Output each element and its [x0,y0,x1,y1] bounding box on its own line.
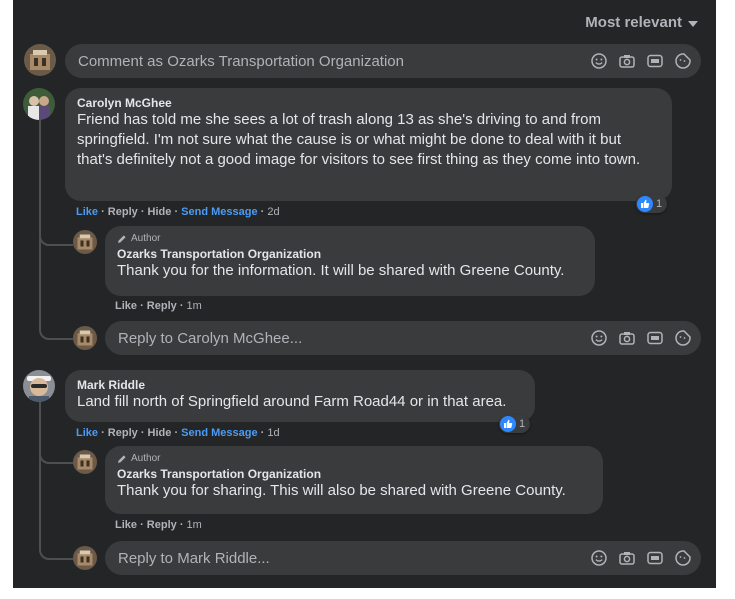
timestamp[interactable]: 2d [267,206,279,218]
reply-actions: Like · Reply · 1m [115,300,202,312]
pencil-icon [118,455,126,463]
send-message-link[interactable]: Send Message [181,427,257,439]
pencil-icon [118,235,126,243]
hide-link[interactable]: Hide [148,206,172,218]
reply-tools [591,550,691,566]
comment-actions: Like · Reply · Hide · Send Message · 2d [76,206,280,218]
reply-bubble: Author Ozarks Transportation Organizatio… [105,446,603,514]
reply-connector [39,232,73,246]
comment-text: Land fill north of Springfield around Fa… [77,393,507,410]
comments-panel: Most relevant Comment as Ozarks Transpor… [13,0,716,588]
comment-author[interactable]: Mark Riddle [77,378,523,392]
reply-text: Thank you for sharing. This will also be… [117,482,566,499]
author-badge: Author [117,453,591,465]
reaction-number: 1 [656,198,663,210]
composer-tools [591,53,691,69]
sticker-icon[interactable] [675,330,691,346]
camera-icon[interactable] [619,330,635,346]
thread-line [39,120,41,330]
emoji-icon[interactable] [591,53,607,69]
camera-icon[interactable] [619,53,635,69]
reaction-count[interactable]: 1 [499,415,531,433]
reply-link[interactable]: Reply [108,427,138,439]
sort-label: Most relevant [585,14,682,31]
timestamp[interactable]: 1m [187,300,202,312]
thread-line [39,402,41,542]
comment-text: Friend has told me she sees a lot of tra… [77,111,641,168]
author-badge: Author [117,233,583,245]
reply-author[interactable]: Ozarks Transportation Organization [117,467,591,481]
sort-dropdown[interactable]: Most relevant [585,14,698,31]
send-message-link[interactable]: Send Message [181,206,257,218]
hide-link[interactable]: Hide [148,427,172,439]
camera-icon[interactable] [619,550,635,566]
reaction-number: 1 [519,418,526,430]
author-badge-label: Author [131,233,161,244]
timestamp[interactable]: 1d [267,427,279,439]
comment-bubble: Mark Riddle Land fill north of Springfie… [65,370,535,422]
reply-tools [591,330,691,346]
reply-input-placeholder: Reply to Mark Riddle... [118,549,270,567]
page-avatar[interactable] [24,44,56,76]
like-link[interactable]: Like [115,519,137,531]
page-avatar[interactable] [73,230,97,254]
like-link[interactable]: Like [76,427,98,439]
author-badge-label: Author [131,453,161,464]
reply-connector [39,450,73,464]
reply-input-placeholder: Reply to Carolyn McGhee... [118,329,303,347]
gif-icon[interactable] [647,53,663,69]
sticker-icon[interactable] [675,550,691,566]
gif-icon[interactable] [647,330,663,346]
reply-input[interactable]: Reply to Carolyn McGhee... [105,321,701,355]
sticker-icon[interactable] [675,53,691,69]
reply-link[interactable]: Reply [147,519,177,531]
caret-down-icon [688,20,698,27]
comment-input[interactable]: Comment as Ozarks Transportation Organiz… [65,44,701,78]
commenter-avatar[interactable] [23,370,55,402]
commenter-avatar[interactable] [23,88,55,120]
page-avatar[interactable] [73,546,97,570]
comment-input-placeholder: Comment as Ozarks Transportation Organiz… [78,52,404,70]
thumbs-up-icon [637,196,653,212]
emoji-icon[interactable] [591,330,607,346]
emoji-icon[interactable] [591,550,607,566]
reply-actions: Like · Reply · 1m [115,519,202,531]
page-avatar[interactable] [73,450,97,474]
comment-actions: Like · Reply · Hide · Send Message · 1d [76,427,280,439]
timestamp[interactable]: 1m [187,519,202,531]
comment-bubble: Carolyn McGhee Friend has told me she se… [65,88,672,201]
like-link[interactable]: Like [115,300,137,312]
gif-icon[interactable] [647,550,663,566]
reply-link[interactable]: Reply [147,300,177,312]
page-avatar[interactable] [73,326,97,350]
reply-connector [39,320,73,340]
reply-author[interactable]: Ozarks Transportation Organization [117,247,583,261]
reaction-count[interactable]: 1 [636,195,668,213]
thumbs-up-icon [500,416,516,432]
reply-input[interactable]: Reply to Mark Riddle... [105,541,701,575]
reply-link[interactable]: Reply [108,206,138,218]
reply-connector [39,540,73,560]
like-link[interactable]: Like [76,206,98,218]
reply-text: Thank you for the information. It will b… [117,262,565,279]
reply-bubble: Author Ozarks Transportation Organizatio… [105,226,595,296]
comment-author[interactable]: Carolyn McGhee [77,96,660,110]
